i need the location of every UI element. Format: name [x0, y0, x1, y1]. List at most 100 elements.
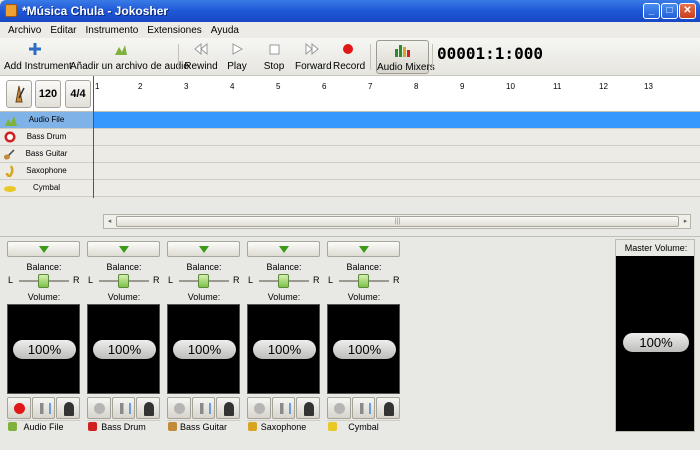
- volume-meter[interactable]: 100%: [87, 304, 160, 394]
- timeline-ruler[interactable]: 1 2 3 4 5 6 7 8 9 10 11 12 13: [93, 76, 700, 112]
- mixer-track-name: Saxophone: [247, 420, 320, 432]
- track-row[interactable]: Audio File: [0, 112, 700, 129]
- volume-meter[interactable]: 100%: [327, 304, 400, 394]
- scroll-left-arrow-icon[interactable]: ◂: [104, 215, 115, 228]
- ruler-mark: 4: [230, 82, 235, 91]
- balance-slider-knob[interactable]: [278, 274, 289, 288]
- menu-instrumento[interactable]: Instrumento: [81, 22, 143, 38]
- mute-button[interactable]: [31, 397, 56, 419]
- balance-slider-knob[interactable]: [358, 274, 369, 288]
- forward-button[interactable]: Forward: [295, 40, 332, 74]
- balance-slider-knob[interactable]: [118, 274, 129, 288]
- balance-label: Balance:: [266, 262, 302, 272]
- mute-button[interactable]: [191, 397, 216, 419]
- balance-left-label: L: [88, 275, 94, 285]
- balance-slider-knob[interactable]: [38, 274, 49, 288]
- audio-mixers-button[interactable]: Audio Mixers: [376, 40, 435, 74]
- saxophone-icon: [5, 165, 14, 177]
- mixer-download-button[interactable]: [247, 241, 320, 257]
- toolbar: Add Instrument Añadir un archivo de audi…: [0, 38, 700, 76]
- cymbal-icon: [328, 422, 337, 431]
- mute-button[interactable]: [351, 397, 376, 419]
- metronome-button[interactable]: [6, 80, 32, 108]
- record-arm-button[interactable]: [87, 397, 111, 419]
- mixer-strip: Balance: L R Volume: 100% Bass Guitar: [164, 239, 244, 432]
- menu-editar[interactable]: Editar: [46, 22, 81, 38]
- solo-button[interactable]: [56, 397, 81, 419]
- record-arm-button[interactable]: [167, 397, 191, 419]
- mixer-track-label: Saxophone: [260, 422, 307, 432]
- mixer-strip: Balance: L R Volume: 100% Bass Drum: [84, 239, 164, 432]
- track-row[interactable]: Bass Drum: [0, 129, 700, 146]
- menu-extensiones[interactable]: Extensiones: [143, 22, 206, 38]
- add-audio-icon: [115, 45, 127, 55]
- track-list: Audio File Bass Drum Bass Guitar Saxopho…: [0, 112, 700, 197]
- volume-meter[interactable]: 100%: [247, 304, 320, 394]
- ruler-mark: 1: [95, 82, 100, 91]
- ruler-mark: 3: [184, 82, 189, 91]
- time-signature-button[interactable]: 4/4: [65, 80, 91, 108]
- add-audio-file-button[interactable]: Añadir un archivo de audio: [70, 40, 189, 74]
- mixer-track-label: Cymbal: [348, 422, 379, 432]
- track-row[interactable]: Saxophone: [0, 163, 700, 180]
- mute-button[interactable]: [271, 397, 296, 419]
- balance-right-label: R: [153, 275, 160, 285]
- menu-ayuda[interactable]: Ayuda: [207, 22, 244, 38]
- toolbar-separator: [370, 44, 371, 70]
- bpm-button[interactable]: 120: [35, 80, 61, 108]
- solo-button[interactable]: [136, 397, 161, 419]
- forward-label: Forward: [295, 61, 332, 72]
- mixer-strip: Balance: L R Volume: 100% Cymbal: [324, 239, 404, 432]
- menu-bar: Archivo Editar Instrumento Extensiones A…: [0, 22, 700, 38]
- mixer-track-label: Audio File: [23, 422, 64, 432]
- mixer-download-button[interactable]: [167, 241, 240, 257]
- record-button[interactable]: Record: [333, 40, 365, 74]
- window-title: *Música Chula - Jokosher: [22, 4, 169, 18]
- scroll-right-arrow-icon[interactable]: ▸: [680, 215, 691, 228]
- volume-label: Volume:: [267, 292, 301, 302]
- mute-button[interactable]: [111, 397, 136, 419]
- close-button[interactable]: ✕: [679, 3, 696, 19]
- mixer-track-label: Bass Drum: [101, 422, 146, 432]
- mixer-download-button[interactable]: [327, 241, 400, 257]
- track-row[interactable]: Cymbal: [0, 180, 700, 197]
- record-arm-button[interactable]: [247, 397, 271, 419]
- volume-meter[interactable]: 100%: [167, 304, 240, 394]
- solo-button[interactable]: [376, 397, 401, 419]
- track-row[interactable]: Bass Guitar: [0, 146, 700, 163]
- mixer-download-button[interactable]: [87, 241, 160, 257]
- timeline-header: 120 4/4 1 2 3 4 5 6 7 8 9 10 11 12 13: [0, 76, 700, 112]
- metronome-icon: [15, 85, 25, 103]
- mixer-strip: Balance: L R Volume: 100% Saxophone: [244, 239, 324, 432]
- volume-label: Volume:: [27, 292, 61, 302]
- pane-divider[interactable]: [0, 236, 700, 237]
- mixer-track-name: Bass Drum: [87, 420, 160, 432]
- add-instrument-label: Add Instrument: [4, 61, 72, 72]
- record-arm-button[interactable]: [327, 397, 351, 419]
- ruler-mark: 8: [414, 82, 419, 91]
- minimize-button[interactable]: _: [643, 3, 660, 19]
- stop-button[interactable]: Stop: [260, 40, 288, 74]
- play-button[interactable]: Play: [223, 40, 251, 74]
- balance-right-label: R: [313, 275, 320, 285]
- volume-meter[interactable]: 100%: [7, 304, 80, 394]
- maximize-button[interactable]: □: [661, 3, 678, 19]
- add-instrument-button[interactable]: Add Instrument: [4, 40, 72, 74]
- balance-label: Balance:: [26, 262, 62, 272]
- scrollbar-thumb[interactable]: |||: [116, 216, 679, 227]
- record-arm-button[interactable]: [7, 397, 31, 419]
- rewind-button[interactable]: Rewind: [184, 40, 218, 74]
- volume-value: 100%: [253, 340, 316, 359]
- solo-button[interactable]: [216, 397, 241, 419]
- horizontal-scrollbar[interactable]: ◂ ||| ▸: [103, 214, 691, 229]
- mixer-download-button[interactable]: [7, 241, 80, 257]
- master-volume-label: Master Volume:: [624, 243, 688, 253]
- balance-left-label: L: [328, 275, 334, 285]
- master-volume-meter[interactable]: 100%: [616, 256, 694, 431]
- solo-button[interactable]: [296, 397, 321, 419]
- menu-archivo[interactable]: Archivo: [4, 22, 46, 38]
- playhead-cursor[interactable]: [93, 76, 94, 198]
- mixer-track-name: Audio File: [7, 420, 80, 432]
- balance-slider-knob[interactable]: [198, 274, 209, 288]
- play-label: Play: [227, 61, 247, 72]
